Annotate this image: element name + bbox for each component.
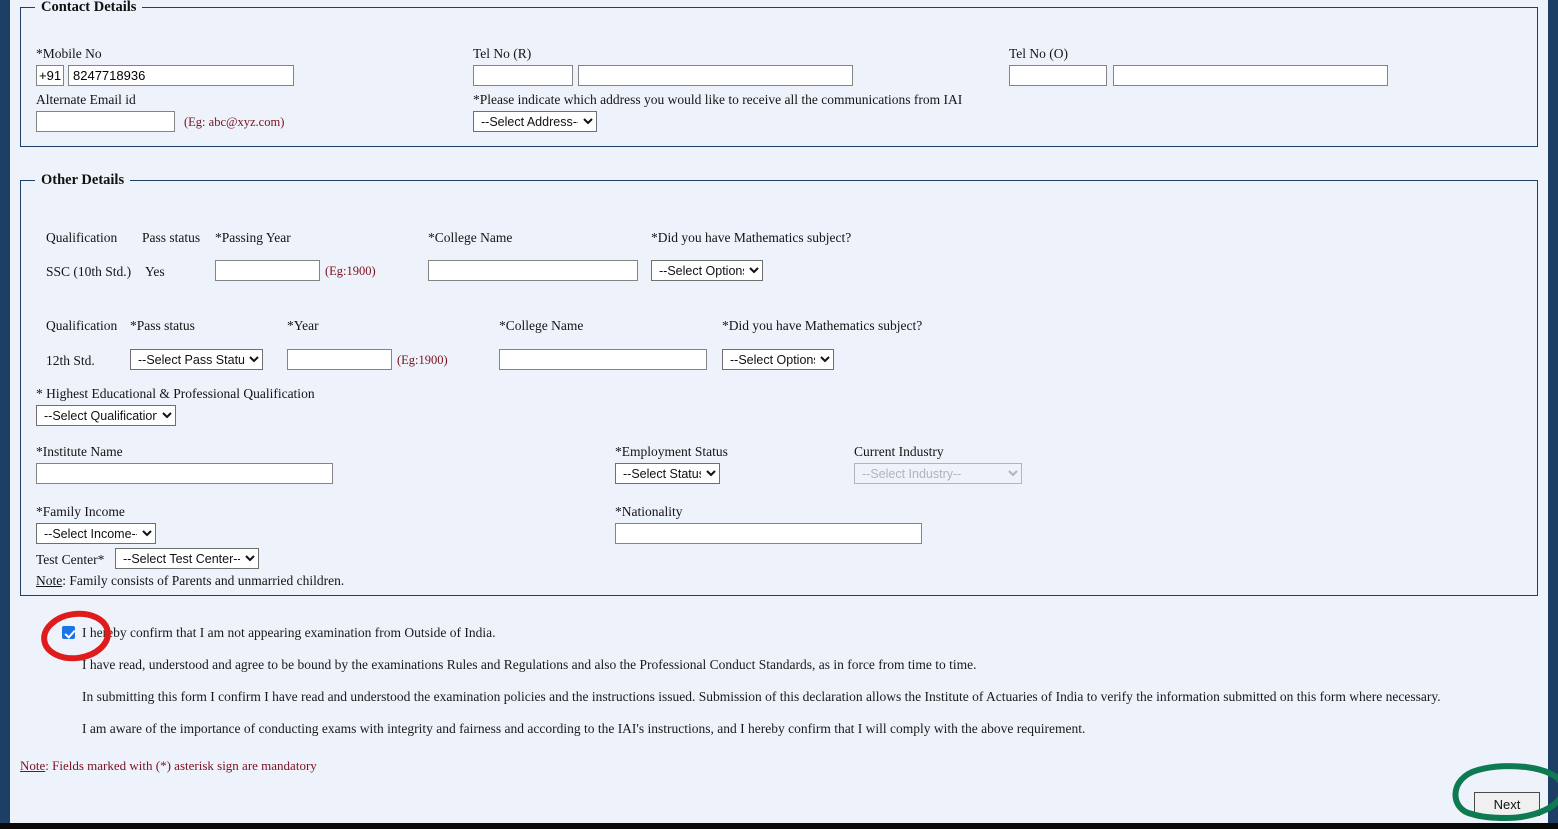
mandatory-note-rest: : Fields marked with (*) asterisk sign a… xyxy=(45,758,317,773)
family-note-rest: : Family consists of Parents and unmarri… xyxy=(62,573,345,588)
hsc-qualification-value: 12th Std. xyxy=(46,353,95,368)
hsc-college-name-input[interactable] xyxy=(499,349,707,370)
family-note: Note: Family consists of Parents and unm… xyxy=(36,573,344,589)
next-button[interactable]: Next xyxy=(1474,792,1540,816)
mandatory-note-word: Note xyxy=(20,758,46,773)
right-rail xyxy=(1548,0,1558,829)
outside-india-checkbox[interactable] xyxy=(62,626,75,639)
mobile-no-label: *Mobile No xyxy=(36,46,102,61)
left-rail xyxy=(0,0,10,829)
form-content-area: Contact Details *Mobile No Alternate Ema… xyxy=(10,0,1558,823)
ssc-maths-subject-header: *Did you have Mathematics subject? xyxy=(651,230,852,245)
current-industry-label: Current Industry xyxy=(854,444,944,459)
hsc-qualification-header: Qualification xyxy=(46,318,118,333)
tel-no-r-code-input[interactable] xyxy=(473,65,573,86)
ssc-qualification-header: Qualification xyxy=(46,230,118,245)
ssc-pass-status-header: Pass status xyxy=(142,230,201,245)
mandatory-fields-note: Note: Fields marked with (*) asterisk si… xyxy=(20,758,317,774)
ssc-college-name-input[interactable] xyxy=(428,260,638,281)
hsc-pass-status-select[interactable]: --Select Pass Status-- xyxy=(130,349,263,370)
family-income-label: *Family Income xyxy=(36,504,125,519)
institute-name-label: *Institute Name xyxy=(36,444,123,459)
tel-no-r-label: Tel No (R) xyxy=(473,46,532,61)
ssc-maths-subject-select[interactable]: --Select Options-- xyxy=(651,260,763,281)
tel-no-o-input[interactable] xyxy=(1113,65,1388,86)
highest-qualification-select[interactable]: --Select Qualification-- xyxy=(36,405,176,426)
ssc-passing-year-input[interactable] xyxy=(215,260,320,281)
hsc-maths-subject-select[interactable]: --Select Options-- xyxy=(722,349,834,370)
declaration-paragraph-2: In submitting this form I confirm I have… xyxy=(82,689,1441,704)
outside-india-checkbox-label[interactable]: I hereby confirm that I am not appearing… xyxy=(82,625,496,641)
highest-qualification-label: * Highest Educational & Professional Qua… xyxy=(36,386,315,401)
ssc-college-name-header: *College Name xyxy=(428,230,513,245)
hsc-year-input[interactable] xyxy=(287,349,392,370)
nationality-label: *Nationality xyxy=(615,504,683,519)
hsc-pass-status-header: *Pass status xyxy=(130,318,195,333)
employment-status-label: *Employment Status xyxy=(615,444,728,459)
ssc-qualification-value: SSC (10th Std.) xyxy=(46,264,132,279)
alternate-email-hint: (Eg: abc@xyz.com) xyxy=(184,115,285,129)
other-details-legend: Other Details xyxy=(35,172,131,189)
test-center-select[interactable]: --Select Test Center-- xyxy=(115,548,259,569)
mobile-country-code-input[interactable] xyxy=(36,65,64,86)
application-page: Contact Details *Mobile No Alternate Ema… xyxy=(0,0,1558,829)
employment-status-select[interactable]: --Select Status-- xyxy=(615,463,720,484)
alternate-email-label: Alternate Email id xyxy=(36,92,136,107)
nationality-input[interactable] xyxy=(615,523,922,544)
alternate-email-input[interactable] xyxy=(36,111,175,132)
family-note-word: Note xyxy=(36,573,63,588)
tel-no-o-label: Tel No (O) xyxy=(1009,46,1069,61)
family-income-select[interactable]: --Select Income-- xyxy=(36,523,156,544)
bottom-bar xyxy=(0,823,1558,829)
ssc-passing-year-hint: (Eg:1900) xyxy=(325,264,376,278)
current-industry-select[interactable]: --Select Industry-- xyxy=(854,463,1022,484)
declaration-paragraph-3: I am aware of the importance of conducti… xyxy=(82,721,1086,736)
hsc-maths-subject-header: *Did you have Mathematics subject? xyxy=(722,318,923,333)
hsc-year-hint: (Eg:1900) xyxy=(397,353,448,367)
test-center-label: Test Center* xyxy=(36,552,105,567)
preferred-address-select[interactable]: --Select Address-- xyxy=(473,111,597,132)
mobile-no-input[interactable] xyxy=(68,65,294,86)
hsc-year-header: *Year xyxy=(287,318,319,333)
ssc-pass-status-value: Yes xyxy=(145,264,165,279)
tel-no-r-input[interactable] xyxy=(578,65,853,86)
preferred-address-label: *Please indicate which address you would… xyxy=(473,92,963,107)
ssc-passing-year-header: *Passing Year xyxy=(215,230,291,245)
contact-details-legend: Contact Details xyxy=(35,0,143,16)
tel-no-o-code-input[interactable] xyxy=(1009,65,1107,86)
declaration-paragraph-1: I have read, understood and agree to be … xyxy=(82,657,977,672)
institute-name-input[interactable] xyxy=(36,463,333,484)
hsc-college-name-header: *College Name xyxy=(499,318,584,333)
